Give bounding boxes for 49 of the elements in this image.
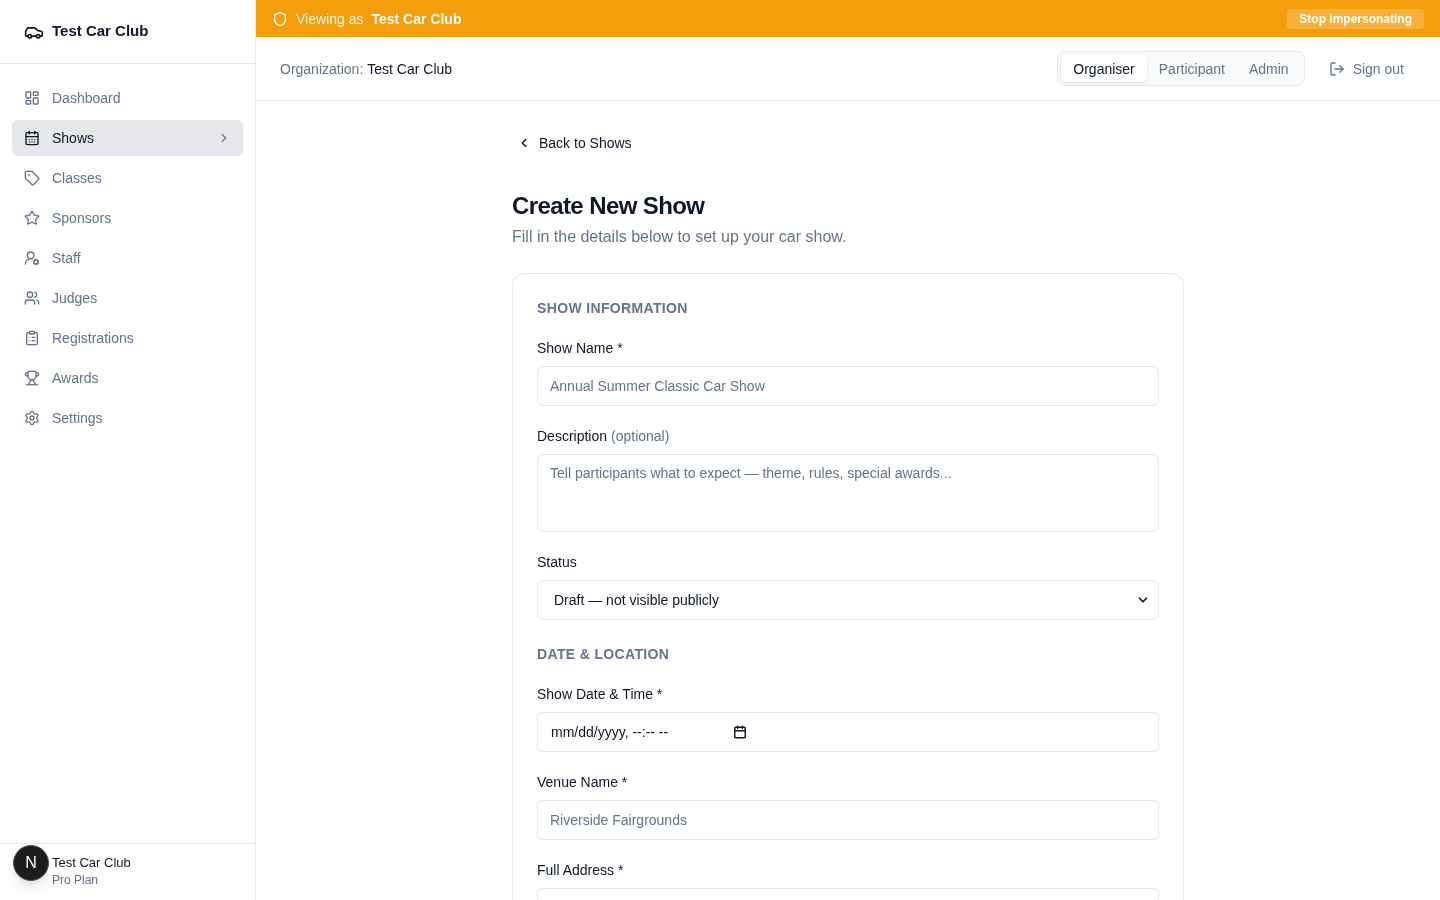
field-label: Status [537,554,577,570]
datetime-input[interactable]: mm/dd/yyyy, --:-- -- [537,712,1159,752]
optional-hint: (optional) [611,428,670,444]
sidebar-item[interactable]: Sponsors [12,200,243,236]
sidebar-item[interactable]: Awards [12,360,243,396]
field-label: Show Date & Time * [537,686,663,702]
section-heading: DATE & LOCATION [537,645,671,664]
sidebar-item[interactable]: Staff [12,240,243,276]
sign-out-icon [1328,60,1345,77]
text-input[interactable]: Riverside Fairgrounds [537,800,1159,840]
description-textarea[interactable]: Tell participants what to expect — theme, rules, special awards... [537,454,1159,532]
star-icon [24,210,40,226]
clipboard-icon [24,330,40,346]
settings-icon [24,410,40,426]
viewing-as-label: Viewing as [296,9,364,29]
page-title: Create New Show [512,191,706,221]
sidebar-item[interactable]: Judges [12,280,243,316]
account-plan: Pro Plan [52,872,100,888]
sidebar-item[interactable]: Dashboard [12,80,243,116]
calendar-icon [24,130,40,146]
page-subtitle: Fill in the details below to set up your car show. [512,227,848,247]
field-label: Description [537,428,608,444]
users-icon [24,290,40,306]
shield-icon [272,10,288,27]
organization-name: Test Car Club [367,59,453,79]
role-tab[interactable]: Participant [1146,55,1237,82]
field-label: Full Address * [537,862,624,878]
sidebar-item[interactable]: Settings [12,400,243,436]
trophy-icon [24,370,40,386]
back-link[interactable]: Back to Shows [512,133,632,153]
sidebar-item[interactable]: Classes [12,160,243,196]
role-tab[interactable]: Admin [1236,55,1301,82]
account-name: Test Car Club [52,854,132,872]
field-label: Show Name * [537,340,623,356]
field-label: Venue Name * [537,774,628,790]
sign-out-button[interactable]: Sign out [1316,50,1416,87]
status-select[interactable]: Draft — not visible publicly [537,580,1159,620]
sidebar-item[interactable]: Registrations [12,320,243,356]
sidebar-item[interactable]: Shows [12,120,243,156]
dashboard-icon [24,90,40,106]
impersonated-organization: Test Car Club [371,9,462,29]
calendar-icon [733,725,747,739]
section-heading: SHOW INFORMATION [537,299,689,318]
user-gear-icon [24,250,40,266]
text-input[interactable]: Annual Summer Classic Car Show [537,366,1159,406]
tag-icon [24,170,40,186]
role-tab[interactable]: Organiser [1061,55,1147,82]
organization-label: Organization: [280,59,364,79]
brand-name: Test Car Club [52,21,149,42]
